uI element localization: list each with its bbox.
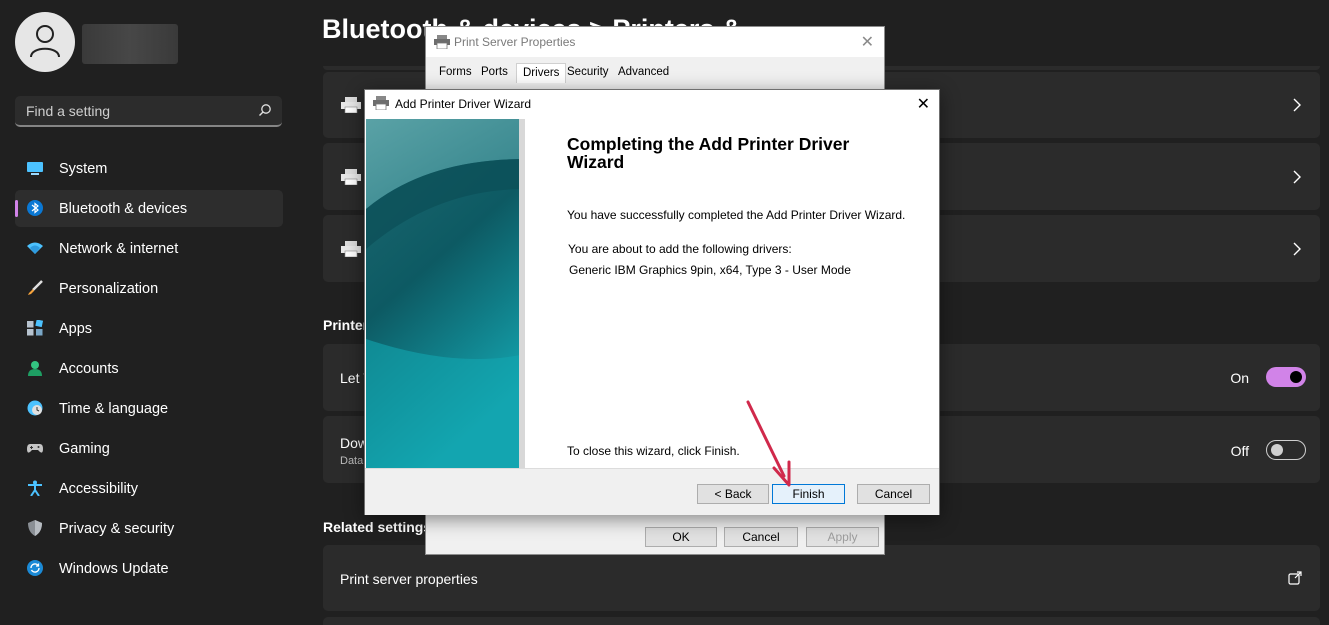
nav-item-gaming[interactable]: Gaming bbox=[15, 430, 283, 467]
related-settings-header: Related settings bbox=[323, 519, 432, 535]
user-avatar[interactable] bbox=[15, 12, 75, 72]
shield-icon bbox=[28, 520, 42, 536]
nav-item-accessibility[interactable]: Accessibility bbox=[15, 470, 283, 507]
nav-label: Personalization bbox=[59, 281, 159, 297]
close-icon[interactable]: ✕ bbox=[917, 94, 930, 114]
close-hint: To close this wizard, click Finish. bbox=[567, 444, 740, 458]
chevron-right-icon bbox=[1293, 170, 1301, 183]
toggle-switch-on[interactable] bbox=[1266, 367, 1306, 387]
printer-preferences-header: Printer bbox=[323, 317, 369, 333]
wizard-footer bbox=[365, 468, 939, 515]
card-bottom-edge bbox=[323, 617, 1320, 625]
dialog-title: Print Server Properties bbox=[454, 35, 576, 49]
nav-item-personalization[interactable]: Personalization bbox=[15, 270, 283, 307]
gamepad-icon bbox=[27, 444, 43, 453]
nav-label: Bluetooth & devices bbox=[59, 201, 188, 217]
close-icon[interactable]: ✕ bbox=[861, 32, 874, 52]
apps-icon bbox=[27, 320, 43, 336]
toggle-state-label: On bbox=[1230, 370, 1249, 386]
apply-button[interactable]: Apply bbox=[806, 527, 879, 547]
nav-item-bluetooth-devices[interactable]: Bluetooth & devices bbox=[15, 190, 283, 227]
wizard-title: Add Printer Driver Wizard bbox=[395, 97, 532, 111]
clock-globe-icon bbox=[27, 400, 43, 416]
search-placeholder: Find a setting bbox=[26, 103, 111, 119]
settings-search-box[interactable]: Find a setting bbox=[15, 96, 282, 127]
nav-label: Windows Update bbox=[59, 561, 169, 577]
nav-label: Accessibility bbox=[59, 481, 138, 497]
annotation-arrow bbox=[746, 400, 791, 487]
open-external-icon bbox=[1288, 571, 1302, 585]
account-name-redacted bbox=[82, 24, 178, 64]
chevron-right-icon bbox=[1293, 242, 1301, 255]
wizard-heading: Completing the Add Printer Driver Wizard bbox=[567, 134, 850, 172]
nav-label: Gaming bbox=[59, 441, 110, 457]
chevron-right-icon bbox=[1293, 98, 1301, 112]
printer-icon bbox=[341, 240, 361, 257]
nav-label: Network & internet bbox=[59, 241, 179, 257]
nav-item-system[interactable]: System bbox=[15, 150, 283, 187]
printer-icon bbox=[341, 97, 361, 113]
search-icon[interactable] bbox=[258, 103, 272, 117]
drivers-intro: You are about to add the following drive… bbox=[568, 242, 792, 256]
monitor-icon bbox=[27, 162, 43, 175]
driver-name: Generic IBM Graphics 9pin, x64, Type 3 -… bbox=[569, 263, 851, 277]
tab-forms[interactable]: Forms bbox=[439, 66, 472, 78]
settings-nav: System Bluetooth & devices Network & int… bbox=[15, 150, 283, 590]
toggle-state-label: Off bbox=[1230, 443, 1249, 459]
dialog-titlebar: Print Server Properties ✕ bbox=[426, 27, 884, 57]
sync-icon bbox=[27, 560, 43, 576]
nav-label: System bbox=[59, 161, 108, 177]
accessibility-icon bbox=[28, 480, 42, 496]
toggle-switch-off[interactable] bbox=[1266, 440, 1306, 460]
link-label: Print server properties bbox=[340, 571, 478, 587]
brush-icon bbox=[28, 280, 43, 295]
nav-label: Privacy & security bbox=[59, 521, 175, 537]
printer-icon bbox=[434, 35, 450, 49]
bluetooth-icon bbox=[27, 200, 43, 216]
nav-item-accounts[interactable]: Accounts bbox=[15, 350, 283, 387]
tab-ports[interactable]: Ports bbox=[481, 66, 508, 78]
wizard-banner-graphic bbox=[366, 119, 525, 468]
cancel-button[interactable]: Cancel bbox=[724, 527, 798, 547]
tab-drivers[interactable]: Drivers bbox=[516, 63, 567, 83]
nav-label: Accounts bbox=[59, 361, 119, 377]
printer-icon bbox=[373, 96, 389, 110]
person-icon bbox=[28, 361, 42, 376]
wifi-icon bbox=[27, 242, 43, 254]
tab-advanced[interactable]: Advanced bbox=[618, 66, 669, 78]
add-printer-driver-wizard: Add Printer Driver Wizard ✕ Completing t… bbox=[364, 89, 940, 515]
nav-label: Time & language bbox=[59, 401, 169, 417]
cancel-button[interactable]: Cancel bbox=[857, 484, 930, 504]
nav-item-privacy-security[interactable]: Privacy & security bbox=[15, 510, 283, 547]
printer-icon bbox=[341, 168, 361, 185]
nav-item-windows-update[interactable]: Windows Update bbox=[15, 550, 283, 587]
row-sublabel: Data bbox=[340, 455, 364, 467]
nav-label: Apps bbox=[59, 321, 93, 337]
person-icon bbox=[30, 25, 60, 58]
tab-security[interactable]: Security bbox=[567, 66, 609, 78]
nav-item-time-language[interactable]: Time & language bbox=[15, 390, 283, 427]
wizard-titlebar: Add Printer Driver Wizard ✕ bbox=[365, 90, 939, 118]
nav-item-network-internet[interactable]: Network & internet bbox=[15, 230, 283, 267]
nav-item-apps[interactable]: Apps bbox=[15, 310, 283, 347]
success-message: You have successfully completed the Add … bbox=[567, 208, 906, 222]
ok-button[interactable]: OK bbox=[645, 527, 717, 547]
